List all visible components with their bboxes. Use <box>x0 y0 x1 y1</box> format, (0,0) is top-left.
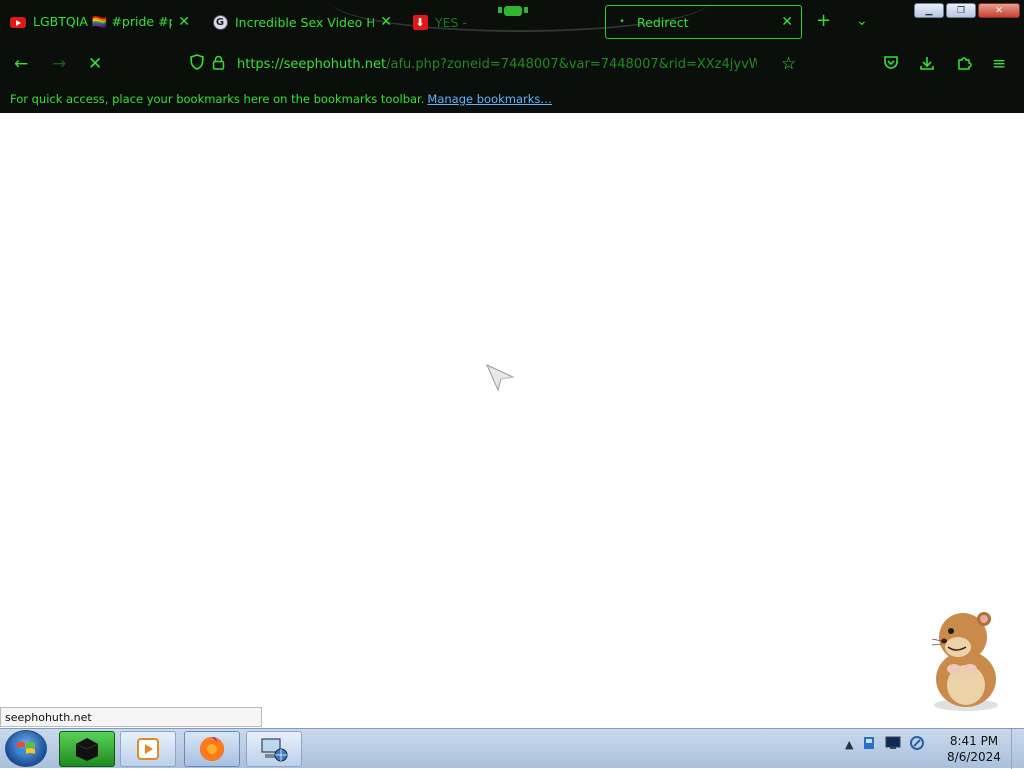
dot-icon: • <box>619 17 625 27</box>
taskbar-app-firefox[interactable] <box>184 731 240 767</box>
close-window-icon[interactable]: ✕ <box>978 3 1020 18</box>
tab-title: LGBTQIA 🏳️‍🌈 #pride #pridem <box>33 14 172 29</box>
stop-loading-icon[interactable]: ✕ <box>88 54 102 74</box>
tab-title: Incredible Sex Video Home <box>235 14 375 30</box>
show-desktop-button[interactable] <box>1011 729 1024 769</box>
taskbar-clock[interactable]: 8:41 PM 8/6/2024 <box>944 733 1004 765</box>
bookmarks-toolbar: For quick access, place your bookmarks h… <box>0 84 1024 113</box>
link-status-bar: seephohuth.net <box>0 707 262 727</box>
windows-logo-icon <box>16 740 36 758</box>
theme-decoration-icon <box>498 6 528 16</box>
windows-taskbar: ▲ 8:41 PM 8/6/2024 <box>0 728 1024 769</box>
taskbar-app-terminal[interactable] <box>59 731 115 767</box>
tab-lgbtqia[interactable]: LGBTQIA 🏳️‍🌈 #pride #pridem ✕ <box>2 5 198 39</box>
window-controls: ▁ ❐ ✕ <box>914 3 1020 18</box>
tab-strip: LGBTQIA 🏳️‍🌈 #pride #pridem ✕ G Incredib… <box>0 0 1024 44</box>
start-button[interactable] <box>5 730 47 767</box>
taskbar-app-media-player[interactable] <box>120 731 176 767</box>
menu-hamburger-icon[interactable]: ≡ <box>992 54 1006 74</box>
mouse-cursor-icon <box>486 363 515 392</box>
media-player-icon <box>137 738 159 760</box>
status-url-text: seephohuth.net <box>5 710 92 724</box>
back-arrow-icon[interactable]: ← <box>14 54 28 74</box>
manage-bookmarks-link[interactable]: Manage bookmarks… <box>427 92 552 106</box>
tab-title: Redirect <box>637 14 689 30</box>
url-text[interactable]: https://seephohuth.net/afu.php?zoneid=74… <box>237 57 757 72</box>
g-site-icon: G <box>212 14 228 30</box>
lock-icon[interactable] <box>212 55 225 74</box>
system-tray: ▲ <box>845 735 925 754</box>
volume-icon[interactable] <box>909 735 925 754</box>
tab-incredible[interactable]: G Incredible Sex Video Home ✕ <box>204 5 400 39</box>
show-hidden-icons-icon[interactable]: ▲ <box>845 738 853 751</box>
forward-arrow-icon[interactable]: → <box>52 54 66 74</box>
extensions-icon[interactable] <box>956 55 972 76</box>
page-content[interactable]: seephohuth.net <box>0 113 1024 728</box>
address-bar[interactable]: https://seephohuth.net/afu.php?zoneid=74… <box>182 48 810 80</box>
tab-redirect[interactable]: • Redirect ✕ <box>605 5 802 39</box>
action-center-flag-icon[interactable] <box>861 735 877 754</box>
close-tab-icon[interactable]: ✕ <box>380 14 392 30</box>
close-tab-icon[interactable]: ✕ <box>781 14 793 30</box>
black-box-app-icon <box>75 738 99 761</box>
youtube-icon <box>10 14 26 30</box>
clock-time: 8:41 PM <box>949 734 999 748</box>
new-tab-icon[interactable]: + <box>816 12 831 30</box>
bookmark-star-icon[interactable]: ☆ <box>781 54 796 74</box>
bookmarks-hint-text: For quick access, place your bookmarks h… <box>10 91 425 106</box>
minimize-icon[interactable]: ▁ <box>914 3 944 18</box>
pocket-icon[interactable] <box>883 55 899 75</box>
hamster-mascot-icon <box>931 612 998 711</box>
network-monitor-icon[interactable] <box>885 736 901 753</box>
navigation-toolbar: ← → ✕ https://seephohuth.net/afu.php?zon… <box>0 44 1024 84</box>
taskbar-app-network[interactable] <box>246 731 302 767</box>
downloads-icon[interactable] <box>919 55 935 76</box>
list-tabs-chevron-icon[interactable]: ⌄ <box>856 12 868 30</box>
close-tab-icon[interactable]: ✕ <box>178 14 190 30</box>
download-icon: ⬇ <box>412 14 428 30</box>
clock-date: 8/6/2024 <box>947 750 1001 764</box>
network-computer-icon <box>261 738 288 762</box>
firefox-icon <box>200 737 224 761</box>
tracking-shield-icon[interactable] <box>190 54 204 74</box>
restore-icon[interactable]: ❐ <box>946 3 976 18</box>
